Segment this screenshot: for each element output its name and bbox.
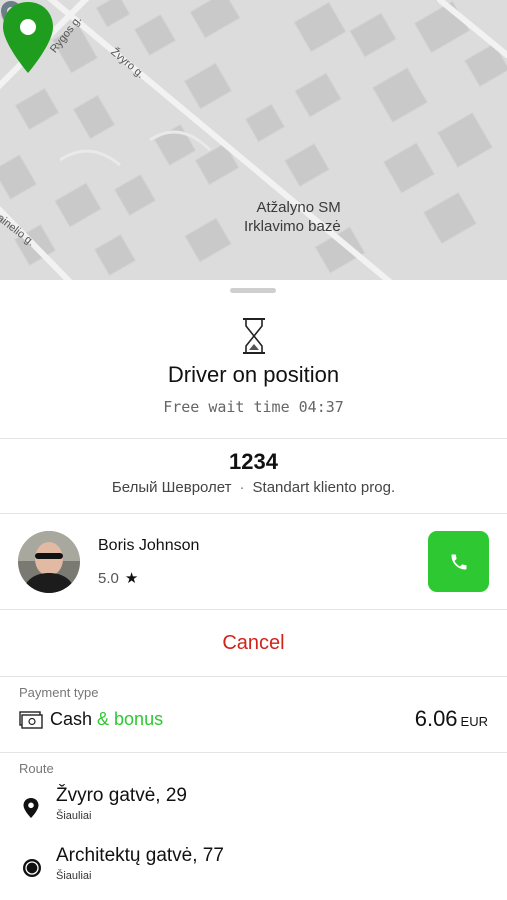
route-stop-city: Šiauliai [56, 810, 92, 822]
route-stop-city: Šiauliai [56, 870, 92, 882]
driver-photo [18, 531, 80, 593]
divider [0, 676, 507, 677]
fare-amount: 6.06 EUR [415, 706, 488, 732]
map-view[interactable]: Rygos g. Žvyro g. ainelio g. Atžalyno SM… [0, 0, 507, 282]
vehicle-plate: 1234 [229, 449, 278, 474]
divider [0, 513, 507, 514]
phone-icon [451, 554, 466, 569]
tariff-name: Standart kliento prog. [252, 479, 396, 496]
divider [0, 438, 507, 439]
divider [0, 609, 507, 610]
status-title: Driver on position [167, 362, 340, 387]
vehicle-description: Белый Шевролет [111, 479, 232, 496]
payment-method[interactable]: Cash & bonus [50, 709, 163, 730]
separator: · [239, 479, 245, 496]
sheet-drag-handle[interactable] [230, 288, 276, 293]
route-stop-address[interactable]: Žvyro gatvė, 29 [56, 785, 187, 807]
driver-rating: 5.0 ★ [98, 569, 138, 587]
pickup-location-pin-icon [3, 2, 53, 73]
cash-icon [19, 711, 43, 729]
poi-name-line: Atžalyno SM [256, 199, 341, 216]
map-poi-label[interactable]: Atžalyno SM Irklavimo bazė [244, 198, 341, 236]
vehicle-info: Белый Шевролет · Standart kliento prog. [0, 479, 507, 496]
cancel-ride-button[interactable]: Cancel [0, 632, 507, 655]
payment-bonus: & bonus [92, 709, 164, 729]
driver-avatar [18, 531, 80, 593]
rating-value: 5.0 [98, 570, 119, 587]
star-icon: ★ [124, 570, 139, 587]
map-canvas [0, 0, 507, 282]
fare-value: 6.06 [414, 706, 458, 731]
ride-details-sheet: Driver on position Free wait time 04:37 … [0, 280, 507, 900]
divider [0, 752, 507, 753]
route-stop-address[interactable]: Architektų gatvė, 77 [56, 845, 224, 867]
payment-method-name: Cash [50, 709, 93, 729]
payment-type-label: Payment type [19, 685, 99, 700]
call-driver-button[interactable] [428, 531, 489, 592]
route-label: Route [19, 761, 54, 776]
pickup-pin-icon [23, 798, 39, 818]
hourglass-icon [243, 318, 265, 354]
driver-name: Boris Johnson [98, 537, 200, 554]
poi-name-line: Irklavimo bazė [244, 218, 341, 235]
destination-icon [23, 859, 41, 877]
fare-currency: EUR [460, 714, 488, 729]
free-wait-time: Free wait time 04:37 [163, 398, 344, 416]
